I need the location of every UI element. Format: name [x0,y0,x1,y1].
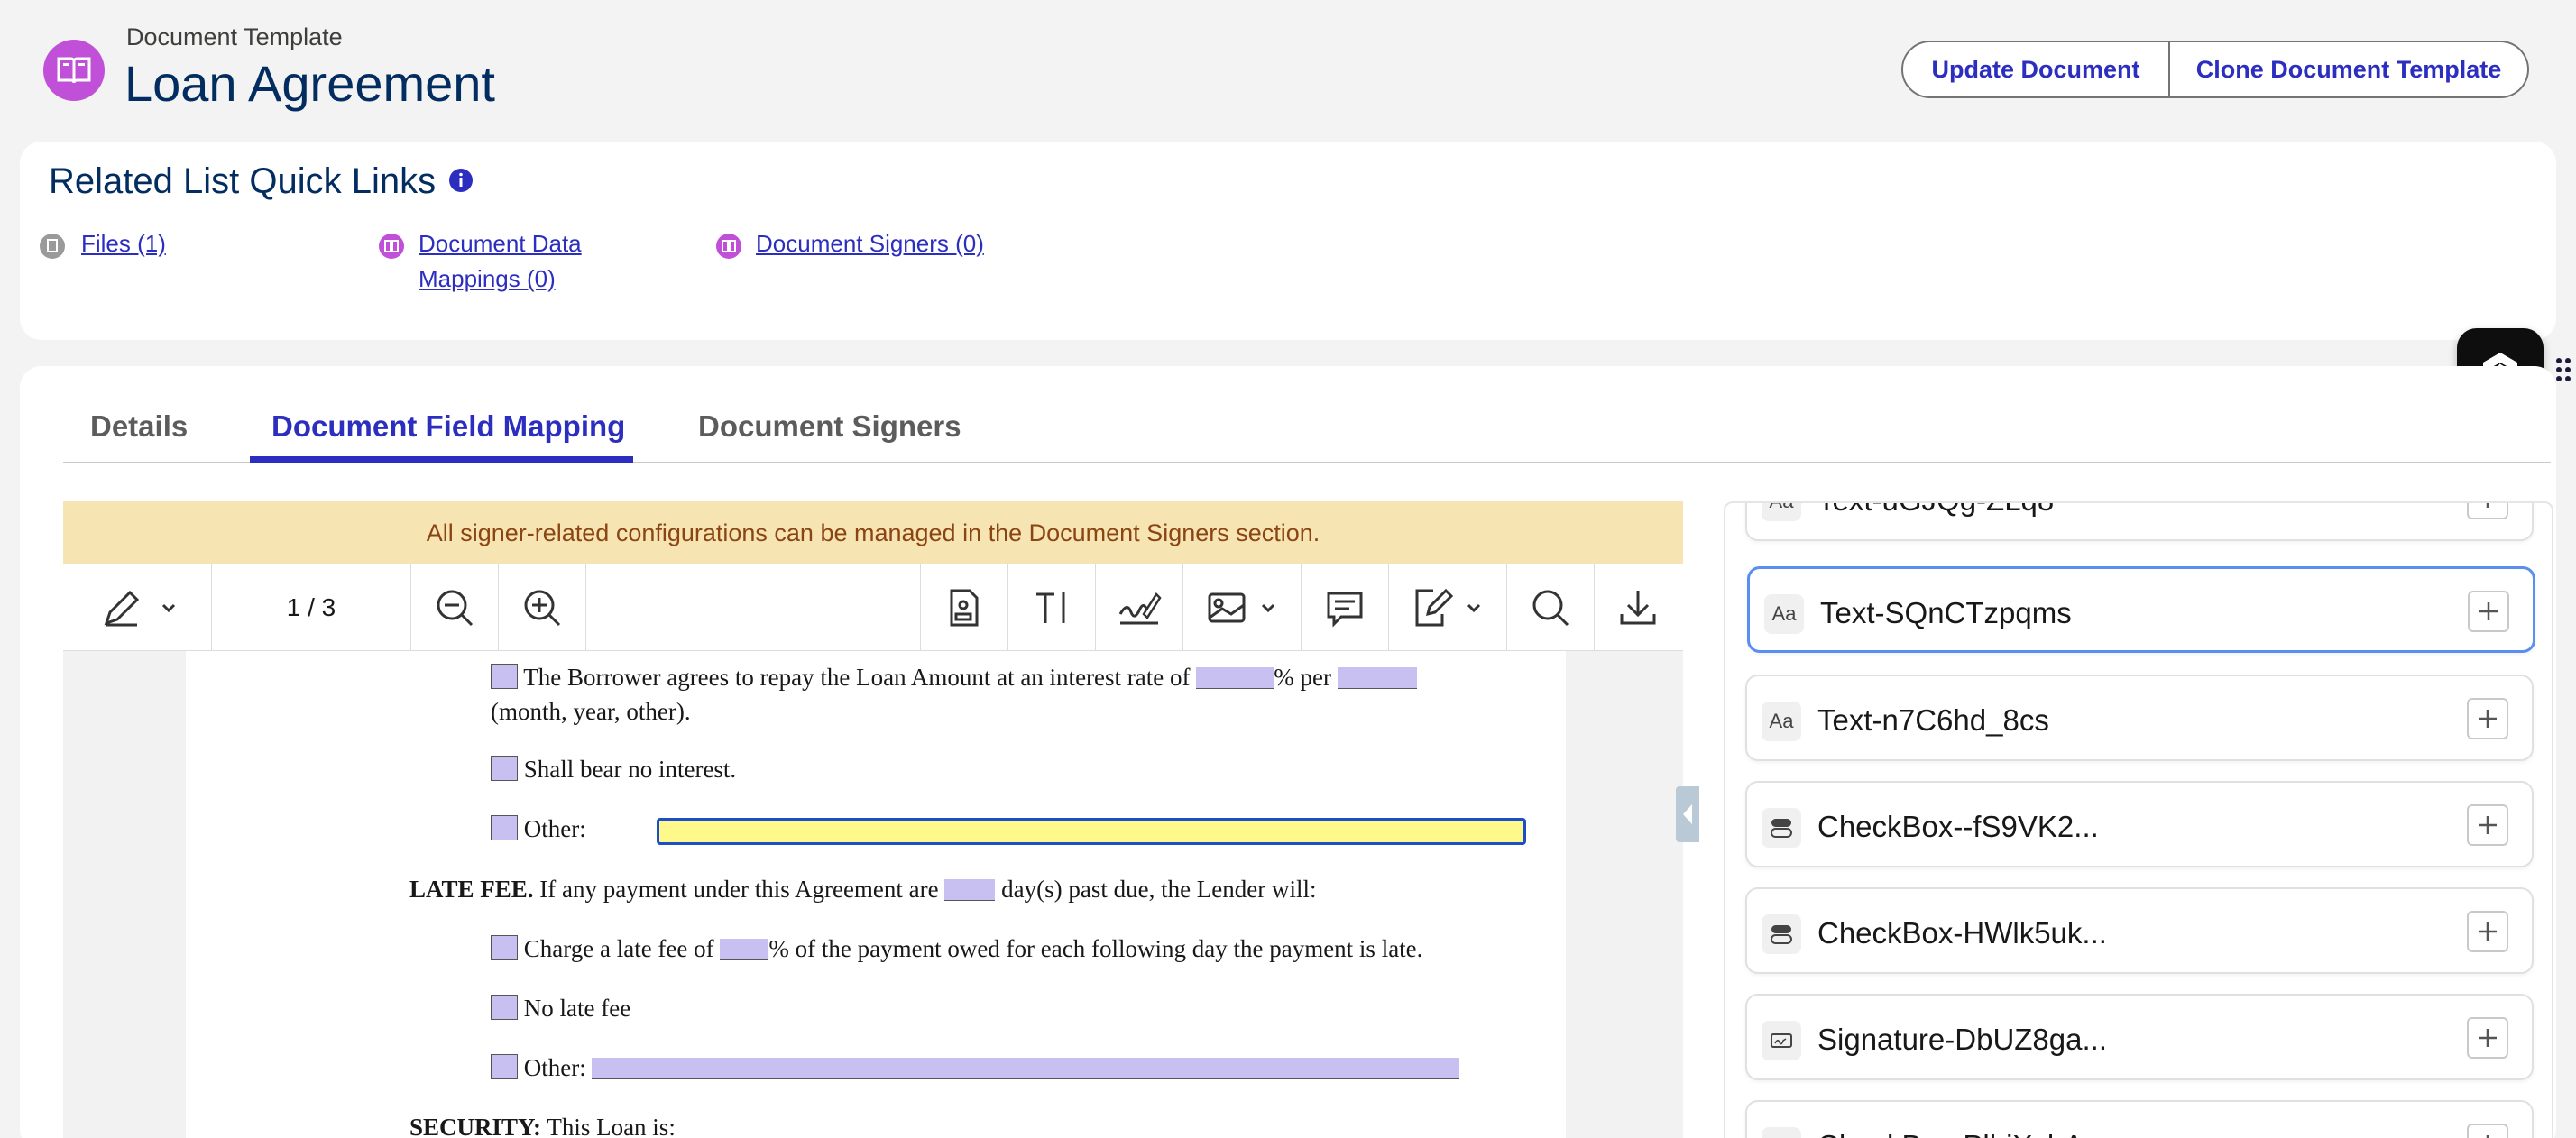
plus-icon [2479,922,2497,941]
chevron-down-icon [1261,603,1275,613]
chevron-left-icon [1683,804,1692,824]
text-tool[interactable] [1008,564,1095,651]
header-actions: Update Document Clone Document Template [1901,41,2529,98]
zoom-out-icon [437,590,474,627]
page-indicator: 1 / 3 [286,593,336,621]
document-page: The Borrower agrees to repay the Loan Am… [186,651,1566,1138]
active-tab-indicator [250,456,633,463]
text-field-icon: Aa [1764,594,1804,634]
days-past-due-field[interactable] [944,879,996,901]
plus-icon [2479,816,2497,834]
related-list-title: Related List Quick Links [49,161,437,201]
zoom-in-icon [524,590,561,627]
add-field-button[interactable] [2467,698,2508,739]
selected-text-field[interactable] [657,818,1526,845]
edit-document-icon [1415,588,1453,627]
files-link[interactable]: Files (1) [81,226,166,262]
comment-icon [1327,592,1363,628]
field-item[interactable]: CheckBox--fS9VK2... [1745,781,2534,867]
document-template-icon [43,40,105,101]
tab-bar: Details Document Field Mapping Document … [63,366,2551,463]
toggle-icon [1762,1127,1801,1138]
image-icon [1208,592,1246,623]
field-item[interactable]: CheckBox-PlhiXvbA [1745,1100,2534,1138]
plus-icon [2486,503,2489,508]
document-signers-link[interactable]: Document Signers (0) [756,226,984,262]
annotate-pen-tool[interactable] [81,564,198,651]
related-list-quick-links: Related List Quick Links Files (1) Docum… [20,142,2556,340]
plus-icon [2479,710,2497,728]
tab-details[interactable]: Details [90,409,188,444]
checkbox-field[interactable] [491,756,518,781]
drag-handle-icon[interactable] [2554,356,2572,383]
document-data-mappings-link[interactable]: Document Data Mappings (0) [419,226,582,297]
record-type-label: Document Template [126,23,343,50]
add-field-button[interactable] [2468,591,2509,632]
main-card: Details Document Field Mapping Document … [20,366,2556,1138]
document-signers-icon [716,234,741,259]
checkbox-field[interactable] [491,935,518,960]
field-item[interactable]: Aa Text-n7C6hd_8cs [1745,675,2534,761]
text-cursor-icon [1036,592,1065,623]
panel-collapse-toggle[interactable] [1676,786,1699,842]
pdf-viewer: All signer-related configurations can be… [63,501,1683,1138]
plus-icon [2479,1029,2497,1047]
toggle-icon [1762,808,1801,848]
fields-panel: Aa Text-uGJQg-ZLq8 Aa Text-SQnCTzpqms Aa… [1724,501,2553,1138]
clone-document-template-button[interactable]: Clone Document Template [2170,41,2529,98]
other-late-fee-field[interactable] [592,1058,1460,1079]
add-field-button[interactable] [2467,911,2508,952]
comment-tool[interactable] [1302,564,1388,651]
edit-document-tool[interactable] [1389,564,1506,651]
toggle-icon [1762,914,1801,954]
files-icon [40,234,65,259]
form-document-icon [950,589,979,627]
text-field-icon: Aa [1762,503,1801,521]
update-document-button[interactable]: Update Document [1901,41,2170,98]
add-field-button[interactable] [2467,804,2508,846]
signer-config-banner: All signer-related configurations can be… [63,501,1683,564]
page-title: Loan Agreement [124,55,495,112]
late-fee-percent-field[interactable] [720,939,769,960]
signature-pen-icon [1118,592,1162,625]
pen-icon [104,590,140,627]
info-icon[interactable] [447,167,474,194]
field-item[interactable]: CheckBox-HWlk5uk... [1745,887,2534,974]
download-button[interactable] [1595,564,1681,651]
interest-rate-field[interactable] [1196,667,1274,689]
checkbox-field[interactable] [491,995,518,1020]
checkbox-field[interactable] [491,1054,518,1079]
signature-icon [1762,1021,1801,1060]
checkbox-field[interactable] [491,664,518,689]
field-item[interactable]: Signature-DbUZ8ga... [1745,994,2534,1080]
plus-icon [2479,602,2498,620]
tab-document-field-mapping[interactable]: Document Field Mapping [271,409,625,444]
field-item-selected[interactable]: Aa Text-SQnCTzpqms [1747,566,2535,653]
interest-period-field[interactable] [1337,667,1417,689]
form-field-tool[interactable] [921,564,1007,651]
add-field-button[interactable] [2467,503,2508,519]
page-header: Document Template Loan Agreement Update … [0,0,2576,135]
add-field-button[interactable] [2467,1017,2508,1059]
plus-icon [2486,1135,2489,1138]
zoom-out-button[interactable] [411,564,498,651]
tab-document-signers[interactable]: Document Signers [698,409,961,444]
field-item[interactable]: Aa Text-uGJQg-ZLq8 [1745,503,2534,541]
viewer-toolbar: 1 / 3 [63,564,1683,651]
checkbox-field[interactable] [491,815,518,840]
image-tool[interactable] [1183,564,1301,651]
add-field-button[interactable] [2467,1124,2508,1138]
chevron-down-icon [1467,603,1481,613]
zoom-in-button[interactable] [499,564,585,651]
search-document-button[interactable] [1507,564,1594,651]
search-icon [1532,590,1569,627]
document-data-mappings-icon [379,234,404,259]
chevron-down-icon [161,603,176,613]
text-field-icon: Aa [1762,702,1801,741]
download-icon [1620,591,1656,625]
signature-tool[interactable] [1096,564,1182,651]
